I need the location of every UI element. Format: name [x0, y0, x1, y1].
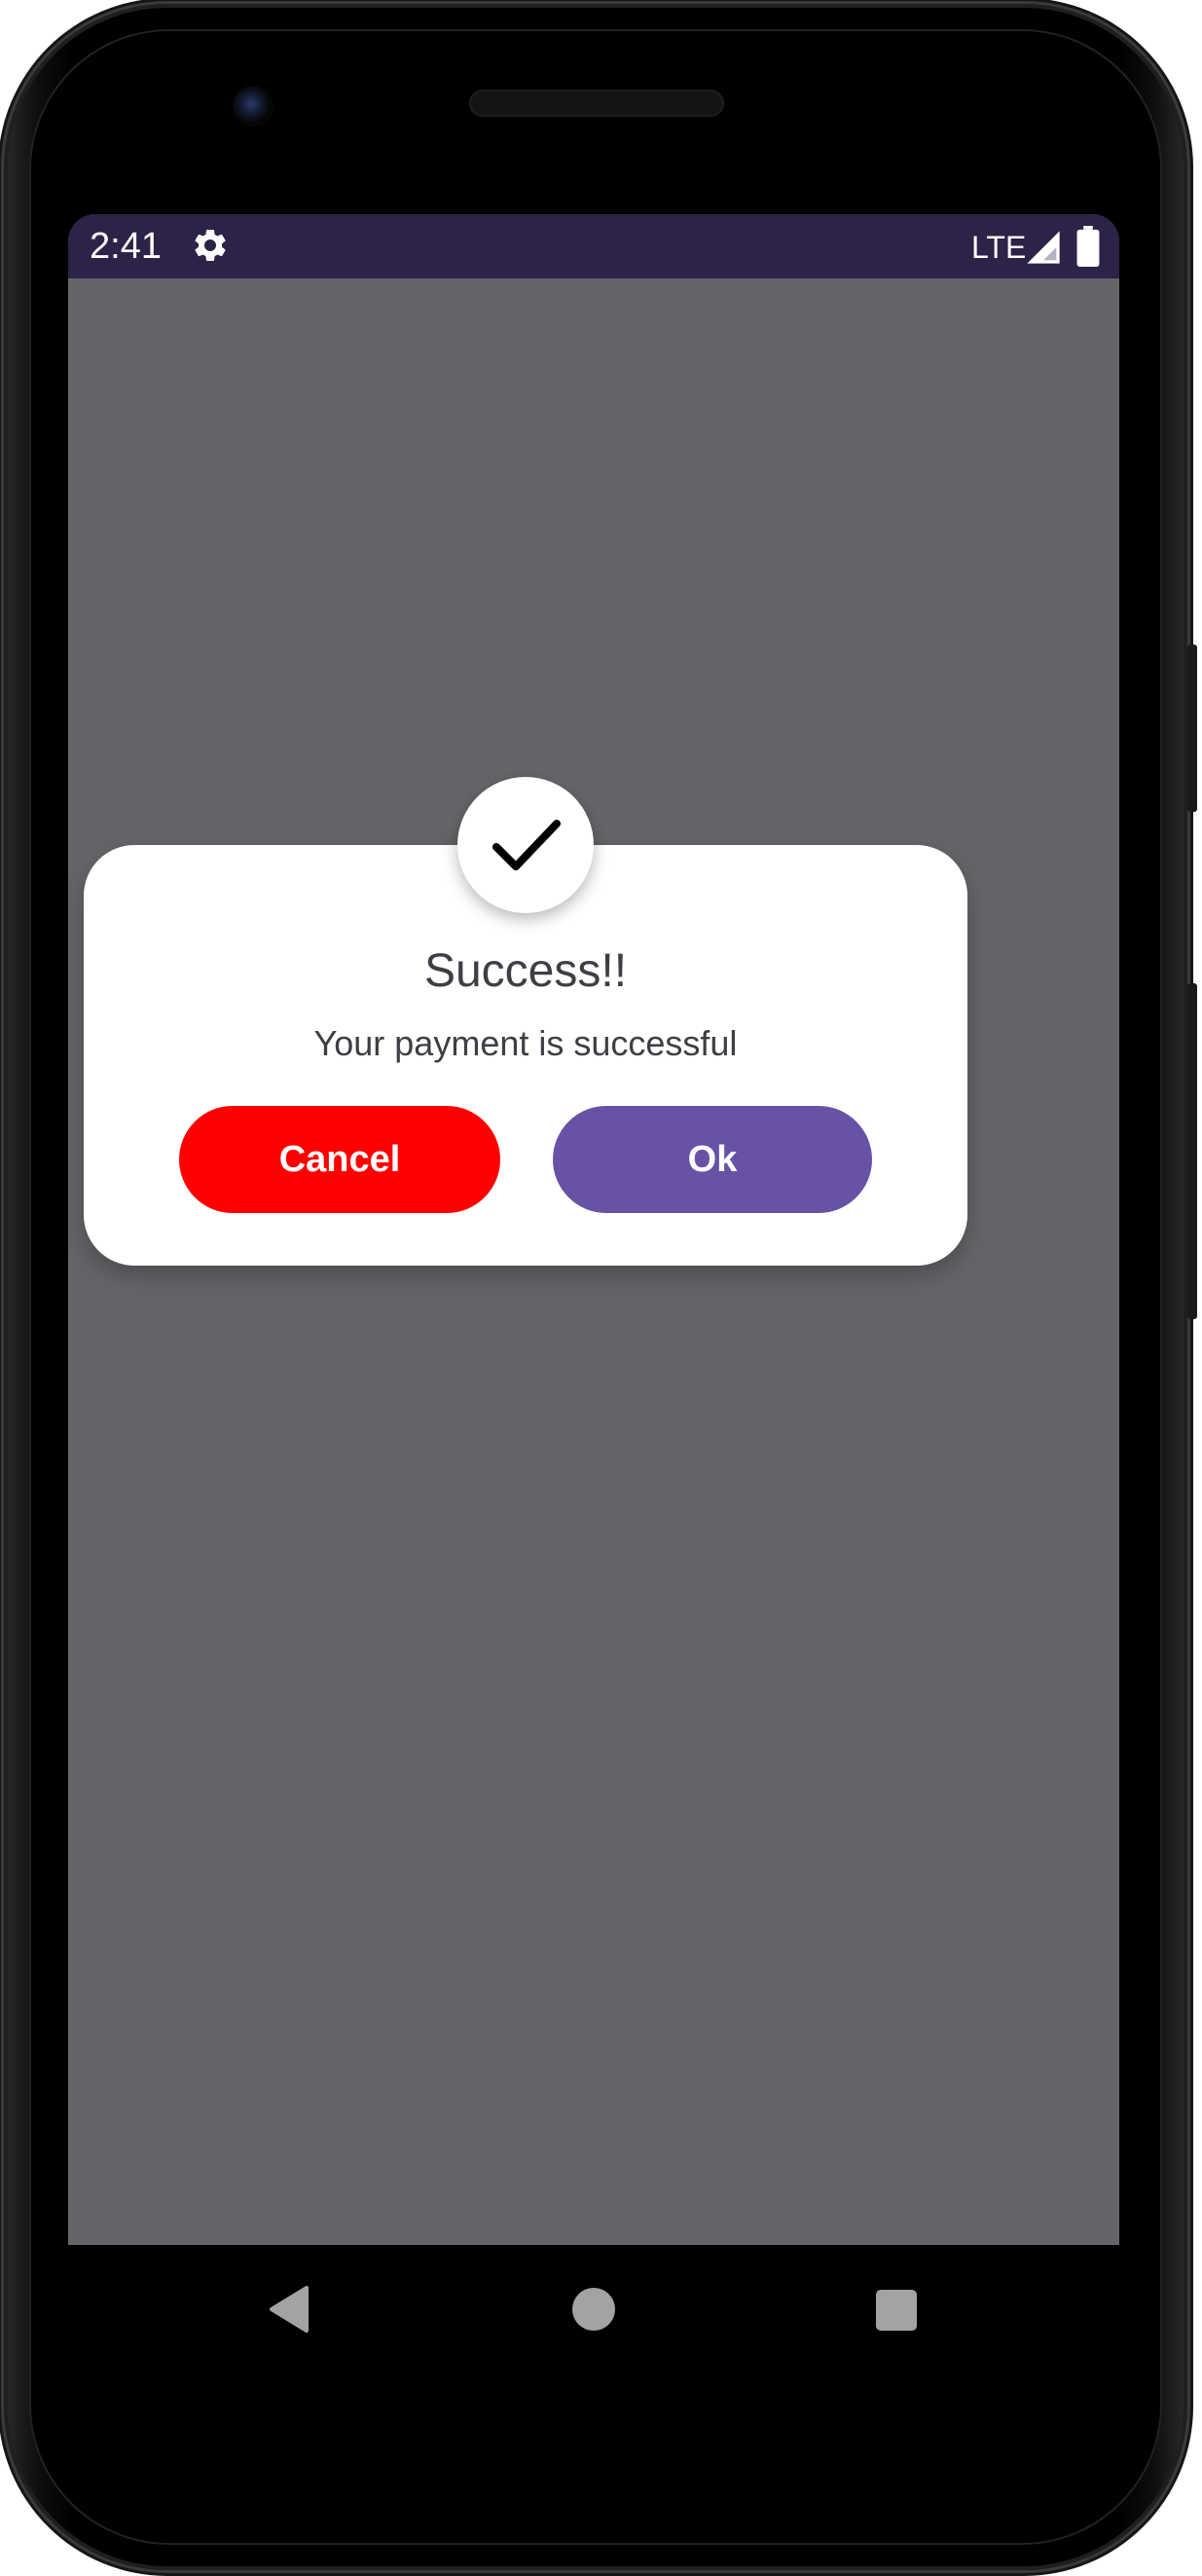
navigation-bar — [68, 2245, 1119, 2374]
volume-button — [1187, 644, 1197, 812]
home-icon[interactable] — [572, 2288, 615, 2331]
success-badge — [457, 777, 594, 913]
recents-icon[interactable] — [876, 2290, 917, 2331]
status-bar: 2:41 LTE — [68, 214, 1119, 278]
status-time: 2:41 — [90, 226, 162, 267]
gear-icon — [195, 230, 226, 261]
dialog-title: Success!! — [423, 945, 628, 997]
front-camera — [233, 86, 273, 127]
earpiece-speaker — [469, 90, 724, 117]
cancel-button[interactable]: Cancel — [179, 1106, 500, 1213]
battery-icon — [1076, 226, 1100, 267]
dialog-message: Your payment is successful — [313, 1023, 738, 1063]
power-button — [1187, 983, 1197, 1319]
ok-button[interactable]: Ok — [553, 1106, 872, 1213]
signal-icon — [1027, 231, 1060, 264]
back-icon[interactable] — [268, 2284, 310, 2335]
network-type: LTE — [971, 230, 1027, 265]
checkmark-icon — [492, 820, 561, 870]
